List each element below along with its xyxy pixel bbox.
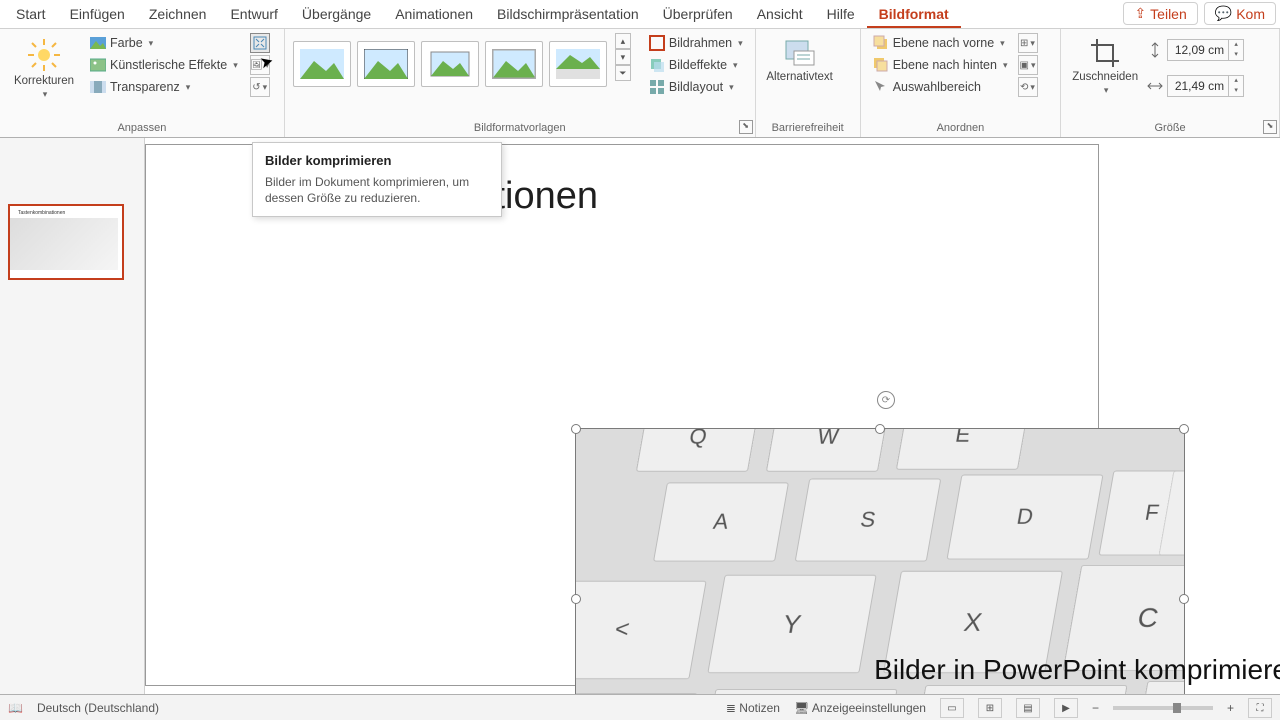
share-icon: ⇪ (1134, 5, 1146, 22)
share-button[interactable]: ⇪Teilen (1123, 2, 1197, 25)
transparency-icon (90, 79, 106, 95)
group-label-arrange: Anordnen (869, 120, 1052, 137)
picture-style-5[interactable] (549, 41, 607, 87)
corrections-button[interactable]: Korrekturen▾ (8, 33, 80, 100)
rotate-button[interactable]: ⟲▾ (1018, 77, 1038, 97)
tab-insert[interactable]: Einfügen (58, 2, 137, 28)
selection-icon (873, 79, 889, 95)
tab-transitions[interactable]: Übergänge (290, 2, 383, 28)
slide-thumbnail-1[interactable]: Tastenkombinationen (8, 204, 124, 280)
reset-picture-button[interactable]: ↺▾ (250, 77, 270, 97)
reading-view-button[interactable]: ▤ (1016, 698, 1040, 718)
normal-view-button[interactable]: ▭ (940, 698, 964, 718)
crop-button[interactable]: Zuschneiden▾ (1069, 33, 1141, 96)
tab-picture-format[interactable]: Bildformat (867, 2, 961, 28)
picture-style-1[interactable] (293, 41, 351, 87)
zoom-in-button[interactable]: + (1227, 701, 1234, 715)
artistic-effects-button[interactable]: Künstlerische Effekte▾ (86, 55, 242, 75)
group-label-styles: Bildformatvorlagen (293, 120, 747, 137)
chevron-down-icon: ▾ (43, 89, 48, 100)
height-icon (1147, 42, 1163, 58)
status-bar: 📖 Deutsch (Deutschland) ≣ Notizen 🖥 Anze… (0, 694, 1280, 720)
fit-to-window-button[interactable]: ⛶ (1248, 698, 1272, 718)
workspace: Tastenkombinationen mbinationen Q W E A … (0, 138, 1280, 694)
bring-forward-button[interactable]: Ebene nach vorne ▾ (869, 33, 1012, 53)
crop-icon (1089, 37, 1121, 69)
picture-style-4[interactable] (485, 41, 543, 87)
picture-layout-button[interactable]: Bildlayout▾ (645, 77, 747, 97)
size-dialog-launcher[interactable]: ⬊ (1263, 120, 1277, 134)
group-button[interactable]: ▣▾ (1018, 55, 1038, 75)
ribbon: Korrekturen▾ Farbe▾ Künstlerische Effekt… (0, 29, 1280, 138)
style-gallery-scroll[interactable]: ▴▾⏷ (615, 33, 631, 81)
overlay-caption: Bilder in PowerPoint komprimiere (874, 654, 1280, 686)
height-input[interactable]: 12,09 cm▴▾ (1167, 39, 1244, 61)
group-label-accessibility: Barrierefreiheit (764, 120, 852, 137)
layout-icon (649, 79, 665, 95)
send-backward-button[interactable]: Ebene nach hinten ▾ (869, 55, 1012, 75)
tab-help[interactable]: Hilfe (815, 2, 867, 28)
alt-text-icon (784, 37, 816, 69)
resize-handle[interactable] (1179, 594, 1189, 604)
tab-view[interactable]: Ansicht (745, 2, 815, 28)
resize-handle[interactable] (571, 424, 581, 434)
rotation-handle[interactable] (877, 391, 895, 409)
compress-pictures-button[interactable] (250, 33, 270, 53)
picture-style-3[interactable] (421, 41, 479, 87)
corrections-icon (26, 37, 62, 73)
tab-design[interactable]: Entwurf (218, 2, 289, 28)
spellcheck-icon[interactable]: 📖 (8, 701, 23, 715)
frame-icon (649, 35, 665, 51)
picture-style-2[interactable] (357, 41, 415, 87)
group-label-size: Größe (1069, 120, 1271, 137)
width-input[interactable]: 21,49 cm▴▾ (1167, 75, 1244, 97)
picture-effects-button[interactable]: Bildeffekte▾ (645, 55, 747, 75)
resize-handle[interactable] (875, 424, 885, 434)
notes-button[interactable]: ≣ Notizen (726, 701, 780, 715)
effects-icon (649, 57, 665, 73)
picture-border-button[interactable]: Bildrahmen▾ (645, 33, 747, 53)
resize-handle[interactable] (1179, 424, 1189, 434)
zoom-slider[interactable] (1113, 706, 1213, 710)
bring-forward-icon (873, 35, 889, 51)
sorter-view-button[interactable]: ⊞ (978, 698, 1002, 718)
styles-dialog-launcher[interactable]: ⬊ (739, 120, 753, 134)
tab-animations[interactable]: Animationen (383, 2, 485, 28)
comments-button[interactable]: 💬Kom (1204, 2, 1276, 25)
compress-icon (253, 36, 267, 50)
transparency-button[interactable]: Transparenz▾ (86, 77, 242, 97)
tab-review[interactable]: Überprüfen (651, 2, 745, 28)
ribbon-tabs: Start Einfügen Zeichnen Entwurf Übergäng… (0, 0, 1280, 29)
send-backward-icon (873, 57, 889, 73)
selection-pane-button[interactable]: Auswahlbereich (869, 77, 1012, 97)
artistic-icon (90, 57, 106, 73)
align-button[interactable]: ⊞▾ (1018, 33, 1038, 53)
tab-draw[interactable]: Zeichnen (137, 2, 219, 28)
thumbnail-preview-icon (10, 218, 118, 270)
slide-canvas[interactable]: mbinationen Q W E A S D F G Y X C < Alt (145, 138, 1280, 694)
comment-icon: 💬 (1215, 5, 1232, 22)
tab-slideshow[interactable]: Bildschirmpräsentation (485, 2, 651, 28)
slideshow-view-button[interactable]: ▶ (1054, 698, 1078, 718)
color-button[interactable]: Farbe▾ (86, 33, 242, 53)
display-settings-button[interactable]: 🖥 Anzeigeeinstellungen (794, 701, 926, 715)
resize-handle[interactable] (571, 594, 581, 604)
slide-thumbnail-panel[interactable]: Tastenkombinationen (0, 138, 145, 694)
tab-start[interactable]: Start (4, 2, 58, 28)
tooltip-compress-pictures: Bilder komprimieren Bilder im Dokument k… (252, 142, 502, 217)
alt-text-button[interactable]: Alternativtext (764, 33, 836, 83)
width-icon (1147, 78, 1163, 94)
palette-icon (90, 35, 106, 51)
group-label-adjust: Anpassen (8, 120, 276, 137)
zoom-out-button[interactable]: − (1092, 701, 1099, 715)
language-status[interactable]: Deutsch (Deutschland) (37, 701, 159, 715)
